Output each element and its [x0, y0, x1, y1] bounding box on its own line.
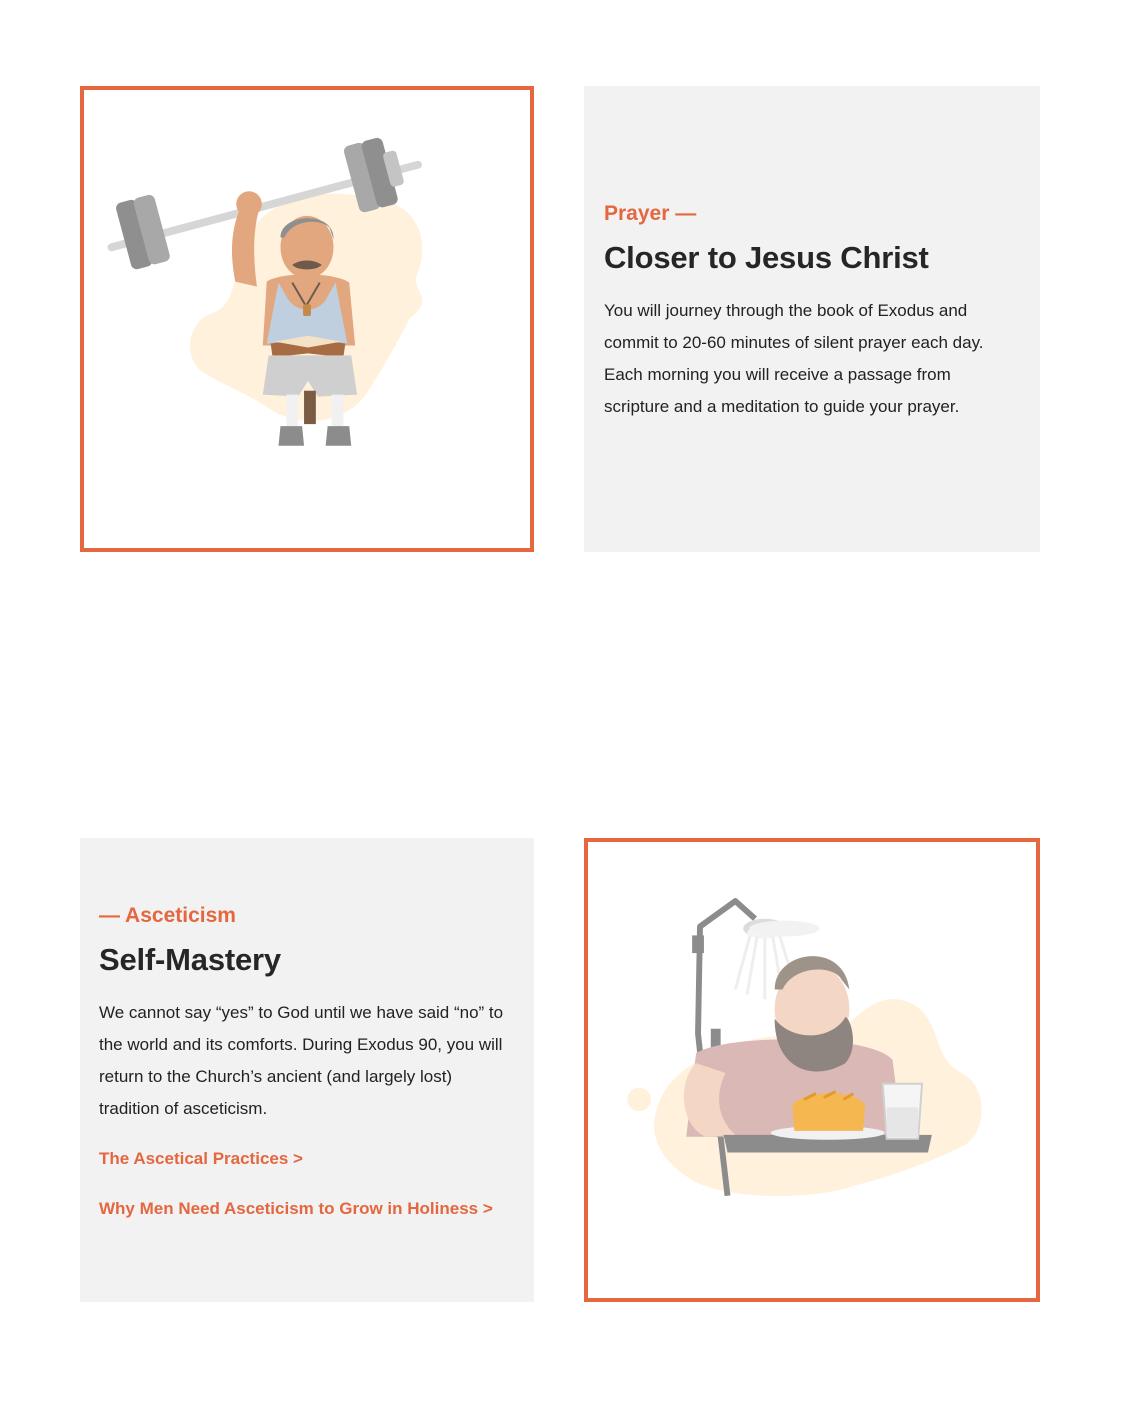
asceticism-illustration-frame: [584, 838, 1040, 1302]
cold-shower-illustration: [627, 898, 982, 1197]
asceticism-panel: — Asceticism Self-Mastery We cannot say …: [80, 838, 534, 1302]
weightlifter-illustration: [107, 137, 423, 446]
asceticism-eyebrow: — Asceticism: [99, 904, 236, 927]
ascetical-practices-link[interactable]: The Ascetical Practices >: [99, 1149, 303, 1169]
prayer-eyebrow: Prayer —: [604, 202, 697, 225]
prayer-illustration-frame: [80, 86, 534, 552]
why-men-need-asceticism-link[interactable]: Why Men Need Asceticism to Grow in Holin…: [99, 1199, 493, 1219]
prayer-heading: Closer to Jesus Christ: [604, 240, 929, 275]
asceticism-description: We cannot say “yes” to God until we have…: [99, 1003, 504, 1118]
prayer-description: You will journey through the book of Exo…: [604, 301, 984, 416]
prayer-panel: Prayer — Closer to Jesus Christ You will…: [584, 86, 1040, 552]
asceticism-heading: Self-Mastery: [99, 942, 281, 977]
